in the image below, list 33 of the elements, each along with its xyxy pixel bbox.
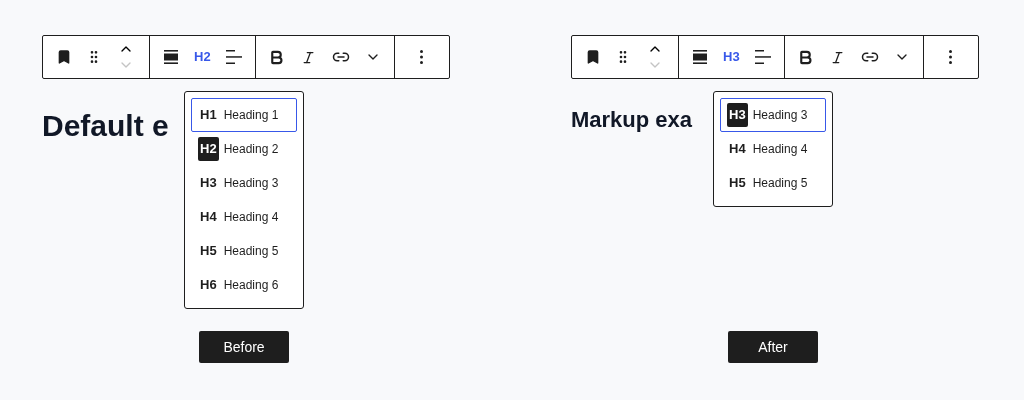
menu-item[interactable]: H4 Heading 4 — [720, 132, 826, 166]
heading-label: Heading 3 — [223, 175, 279, 192]
menu-item[interactable]: H4 Heading 4 — [191, 200, 297, 234]
heading-tag: H3 — [198, 171, 219, 195]
heading-label: Heading 1 — [223, 107, 279, 124]
caption-button[interactable]: After — [728, 331, 818, 363]
menu-item[interactable]: H3 Heading 3 — [191, 166, 297, 200]
heading-label: Heading 5 — [752, 175, 808, 192]
heading-label: Heading 3 — [752, 107, 808, 124]
heading-level-button[interactable]: H3 — [715, 36, 748, 78]
heading-label: Heading 4 — [223, 209, 279, 226]
menu-item[interactable]: H6 Heading 6 — [191, 268, 297, 302]
heading-tag: H4 — [727, 137, 748, 161]
menu-item[interactable]: H3 Heading 3 — [720, 98, 826, 132]
heading-label: Heading 2 — [223, 141, 279, 158]
caption-button[interactable]: Before — [199, 331, 289, 363]
heading-level-button[interactable]: H2 — [186, 36, 219, 78]
heading-tag: H2 — [198, 137, 219, 161]
menu-item[interactable]: H5 Heading 5 — [191, 234, 297, 268]
heading-tag: H4 — [198, 205, 219, 229]
heading-tag: H5 — [727, 171, 748, 195]
heading-tag: H6 — [198, 273, 219, 297]
menu-item[interactable]: H5 Heading 5 — [720, 166, 826, 200]
heading-tag: H1 — [198, 103, 219, 127]
heading-tag: H3 — [727, 103, 748, 127]
menu-item[interactable]: H1 Heading 1 — [191, 98, 297, 132]
menu-item[interactable]: H2 Heading 2 — [191, 132, 297, 166]
heading-tag: H5 — [198, 239, 219, 263]
heading-text: Markup exa — [571, 106, 693, 134]
heading-label: Heading 4 — [752, 141, 808, 158]
heading-label: Heading 6 — [223, 277, 279, 294]
heading-label: Heading 5 — [223, 243, 279, 260]
heading-text: Default e — [42, 108, 169, 144]
